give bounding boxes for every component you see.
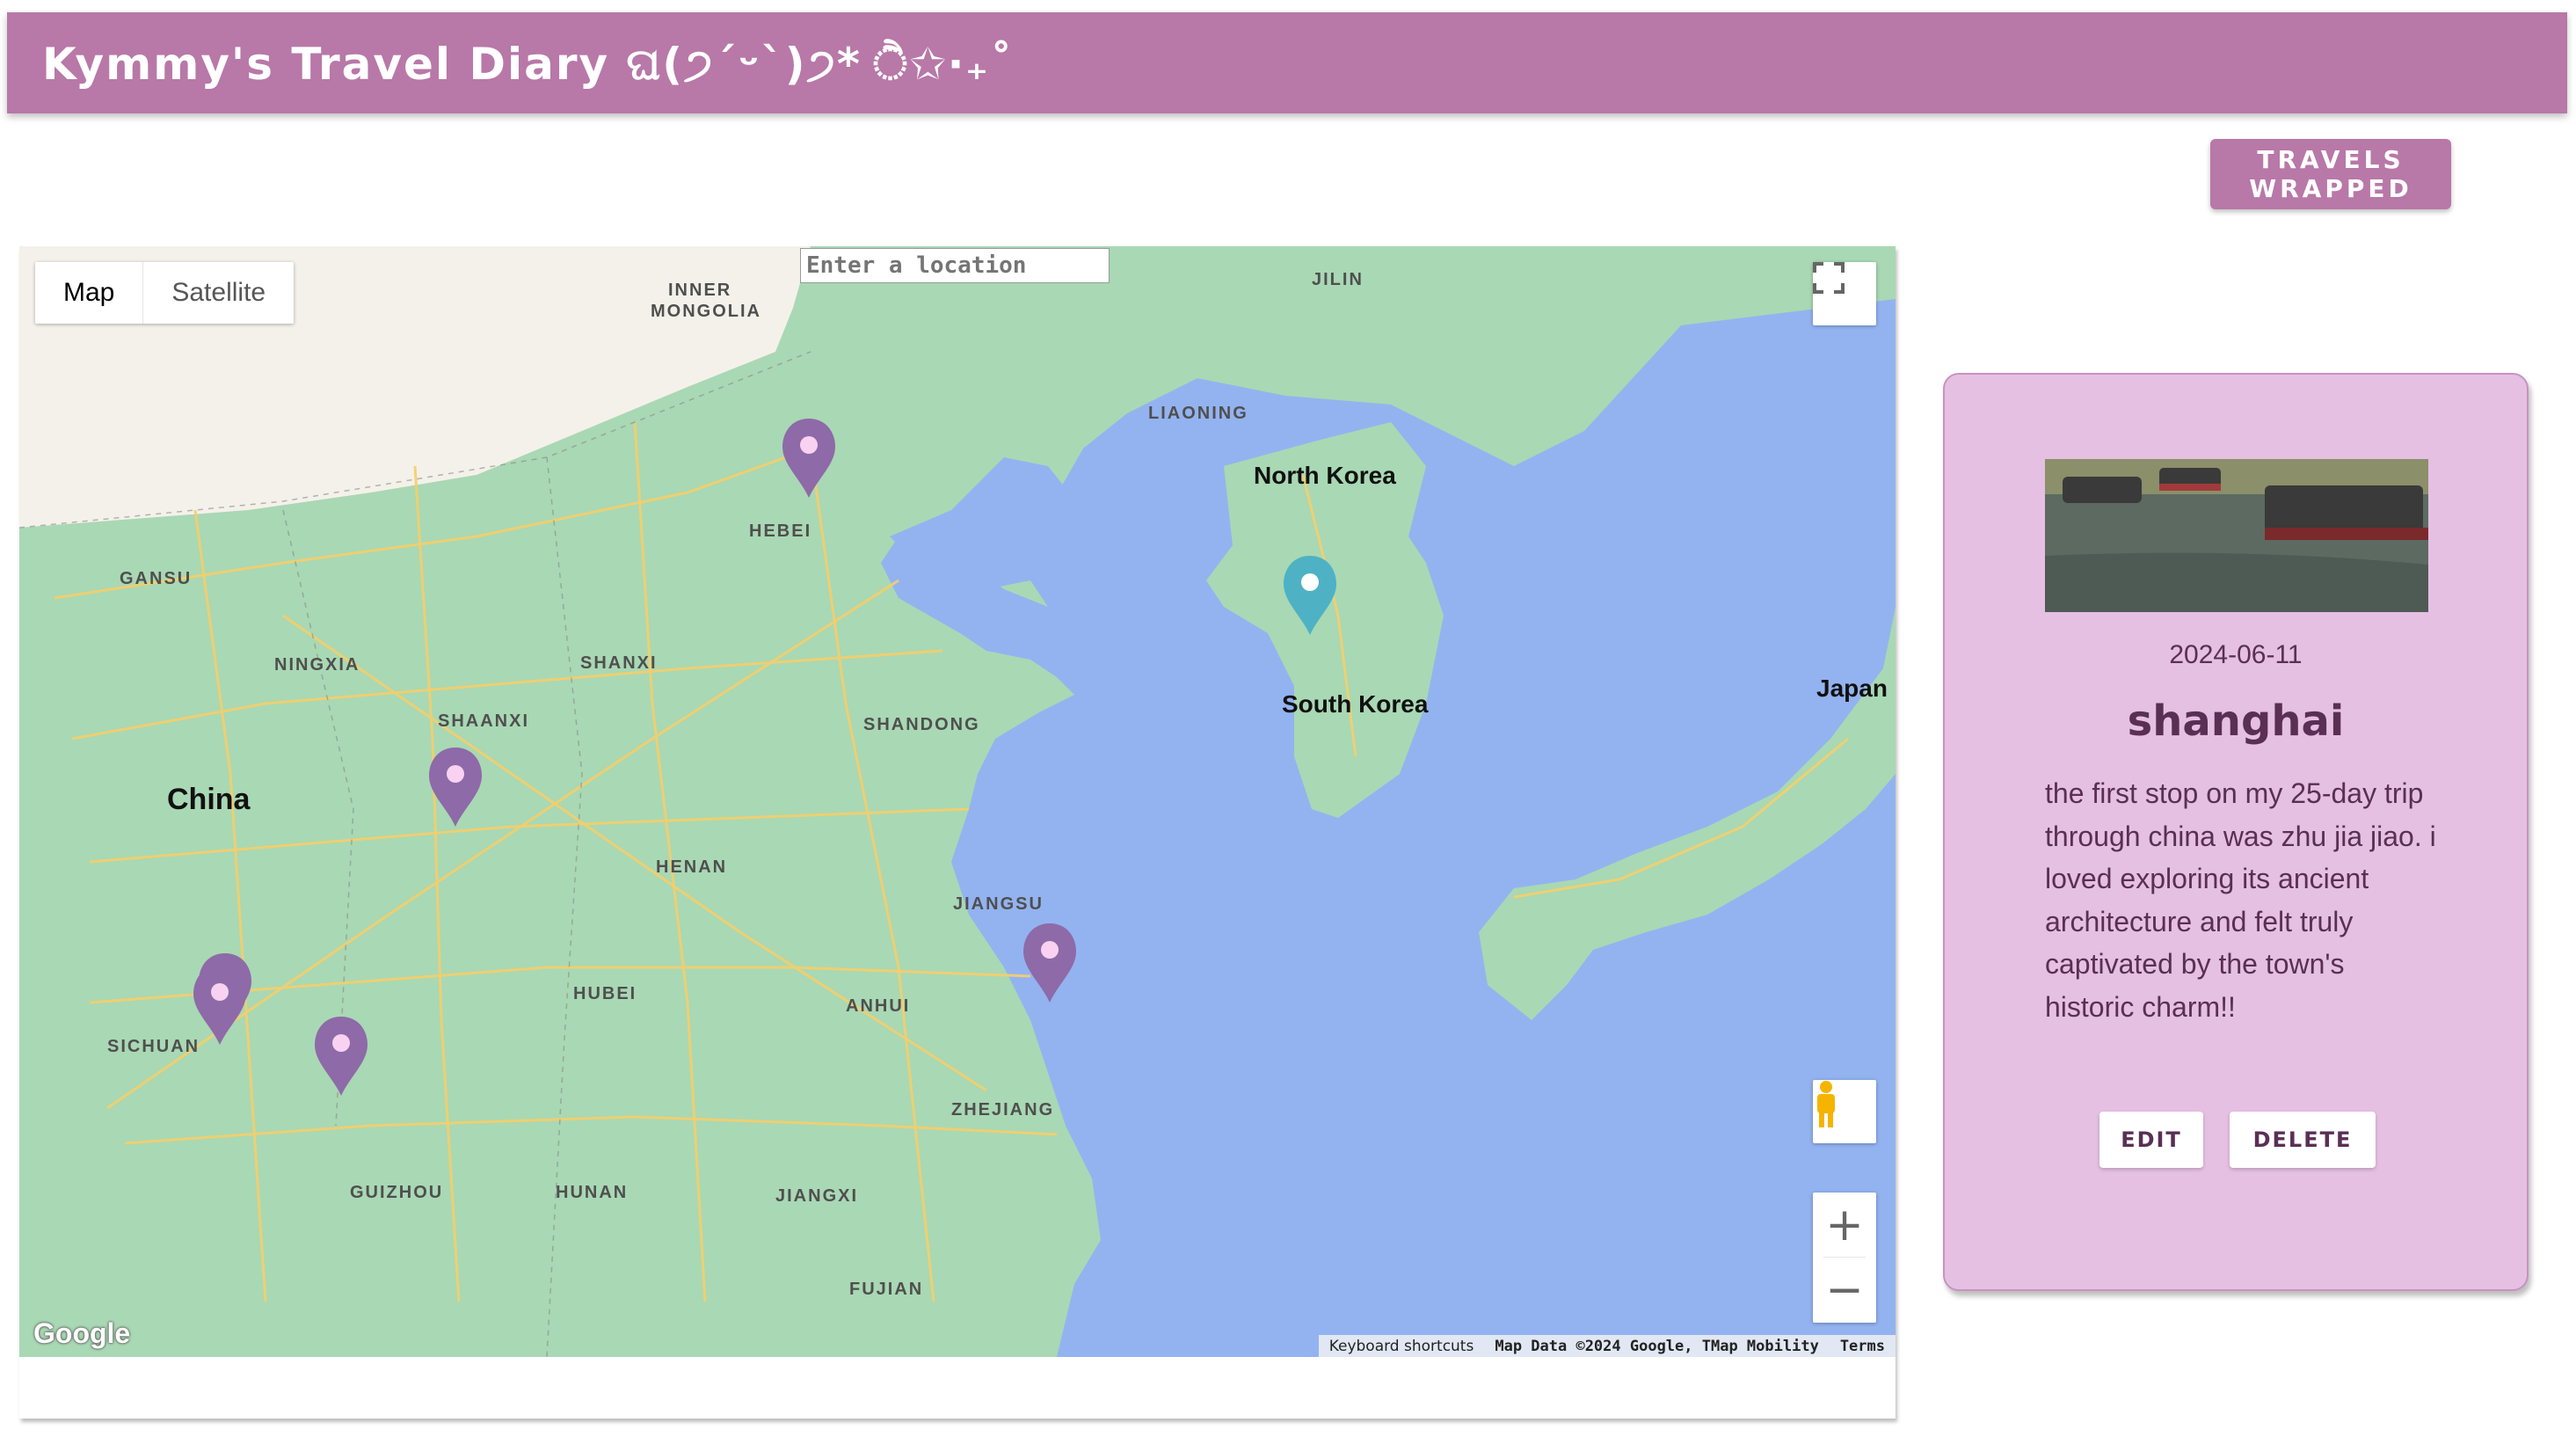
map-container: INNER MONGOLIA JILIN LIAONING North Kore…	[19, 246, 1896, 1419]
zoom-out-icon[interactable]: −	[1813, 1258, 1876, 1322]
map-label: SHANXI	[580, 653, 658, 673]
map-label: Japan	[1816, 675, 1888, 702]
map-label: GUIZHOU	[350, 1183, 443, 1202]
map-type-control: Map Satellite	[35, 262, 295, 324]
map-attribution: Keyboard shortcuts Map Data ©2024 Google…	[1318, 1335, 1896, 1357]
map-type-satellite[interactable]: Satellite	[143, 262, 294, 324]
map-label: South Korea	[1282, 690, 1429, 718]
entry-card: 2024-06-11 shanghai the first stop on my…	[1943, 373, 2529, 1291]
map-label: JIANGSU	[953, 894, 1044, 914]
entry-photo	[2045, 459, 2428, 612]
zoom-control: + −	[1813, 1193, 1876, 1323]
keyboard-shortcuts-link[interactable]: Keyboard shortcuts	[1319, 1335, 1485, 1357]
map-label: SICHUAN	[107, 1037, 200, 1056]
map-data-attribution: Map Data ©2024 Google, TMap Mobility	[1495, 1337, 1819, 1355]
delete-button[interactable]: DELETE	[2230, 1112, 2376, 1168]
entry-date: 2024-06-11	[2169, 640, 2303, 669]
map-label: INNER	[668, 281, 731, 300]
fullscreen-button[interactable]	[1813, 262, 1876, 325]
travels-wrapped-button[interactable]: TRAVELS WRAPPED	[2210, 139, 2451, 209]
entry-title: shanghai	[2127, 697, 2345, 746]
map-label: FUJIAN	[849, 1280, 923, 1299]
map-label: HENAN	[656, 857, 727, 877]
google-logo: Google	[33, 1317, 131, 1349]
map-label: MONGOLIA	[651, 302, 761, 321]
map-tiles: INNER MONGOLIA JILIN LIAONING North Kore…	[19, 246, 1896, 1357]
entry-description: the first stop on my 25-day trip through…	[2045, 777, 2436, 1023]
terms-link[interactable]: Terms	[1830, 1335, 1896, 1357]
map-label: North Korea	[1254, 462, 1396, 489]
edit-button[interactable]: EDIT	[2099, 1112, 2203, 1168]
app-header: Kymmy's Travel Diary ଘ(੭ˊᵕˋ)੭* ੈ✩‧₊˚	[7, 12, 2567, 113]
map-label: JILIN	[1312, 270, 1364, 289]
pegman-icon	[1817, 1081, 1835, 1127]
map-label: LIAONING	[1148, 404, 1248, 423]
map-label: ANHUI	[846, 996, 910, 1016]
map-label: SHANDONG	[863, 715, 980, 734]
map-label: China	[167, 783, 251, 816]
zoom-in-icon[interactable]: +	[1813, 1193, 1876, 1257]
map-label: NINGXIA	[274, 655, 360, 675]
map-label: ZHEJIANG	[951, 1100, 1054, 1120]
map-label: JIANGXI	[775, 1186, 858, 1206]
boat-photo-image	[2045, 459, 2428, 612]
location-search-input[interactable]	[800, 248, 1110, 283]
map-label: SHAANXI	[438, 711, 529, 731]
map-label: HUNAN	[556, 1183, 628, 1202]
street-view-button[interactable]	[1813, 1080, 1876, 1143]
map-type-map[interactable]: Map	[35, 262, 144, 324]
map-label: GANSU	[120, 569, 192, 588]
app-title: Kymmy's Travel Diary ଘ(੭ˊᵕˋ)੭* ੈ✩‧₊˚	[42, 39, 1015, 90]
fullscreen-icon	[1813, 262, 1845, 294]
map-canvas[interactable]: INNER MONGOLIA JILIN LIAONING North Kore…	[19, 246, 1896, 1357]
map-label: HEBEI	[749, 522, 811, 541]
map-label: HUBEI	[573, 984, 637, 1003]
